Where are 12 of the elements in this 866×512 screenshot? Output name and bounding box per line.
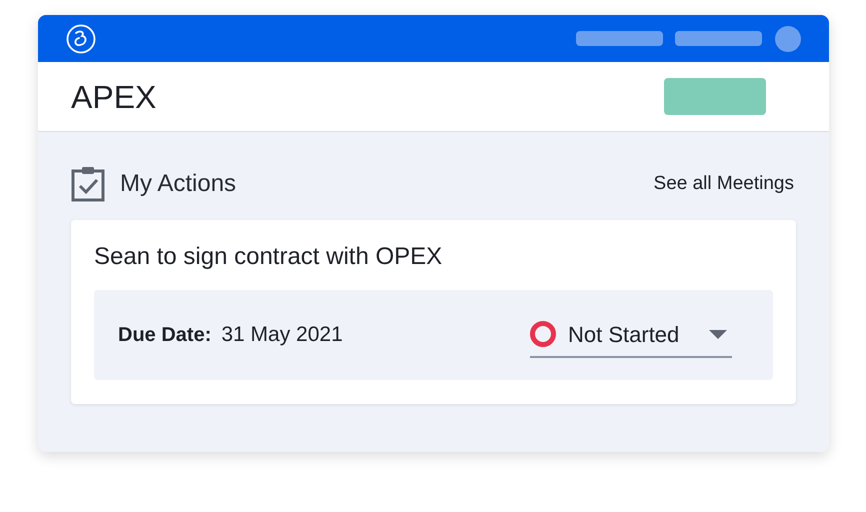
due-date-value: 31 May 2021 bbox=[221, 322, 343, 348]
section-title: My Actions bbox=[120, 169, 236, 199]
status-label: Not Started bbox=[568, 320, 680, 348]
status-dropdown[interactable]: Not Started bbox=[530, 318, 732, 358]
action-title: Sean to sign contract with OPEX bbox=[94, 242, 444, 272]
see-all-meetings-link[interactable]: See all Meetings bbox=[654, 170, 794, 198]
logo-icon[interactable] bbox=[66, 24, 96, 54]
due-date-label: Due Date: bbox=[118, 323, 212, 348]
clipboard-check-icon bbox=[71, 166, 105, 202]
page-title: APEX bbox=[71, 78, 156, 116]
avatar-icon[interactable] bbox=[775, 26, 801, 52]
caret-icon bbox=[709, 330, 727, 338]
